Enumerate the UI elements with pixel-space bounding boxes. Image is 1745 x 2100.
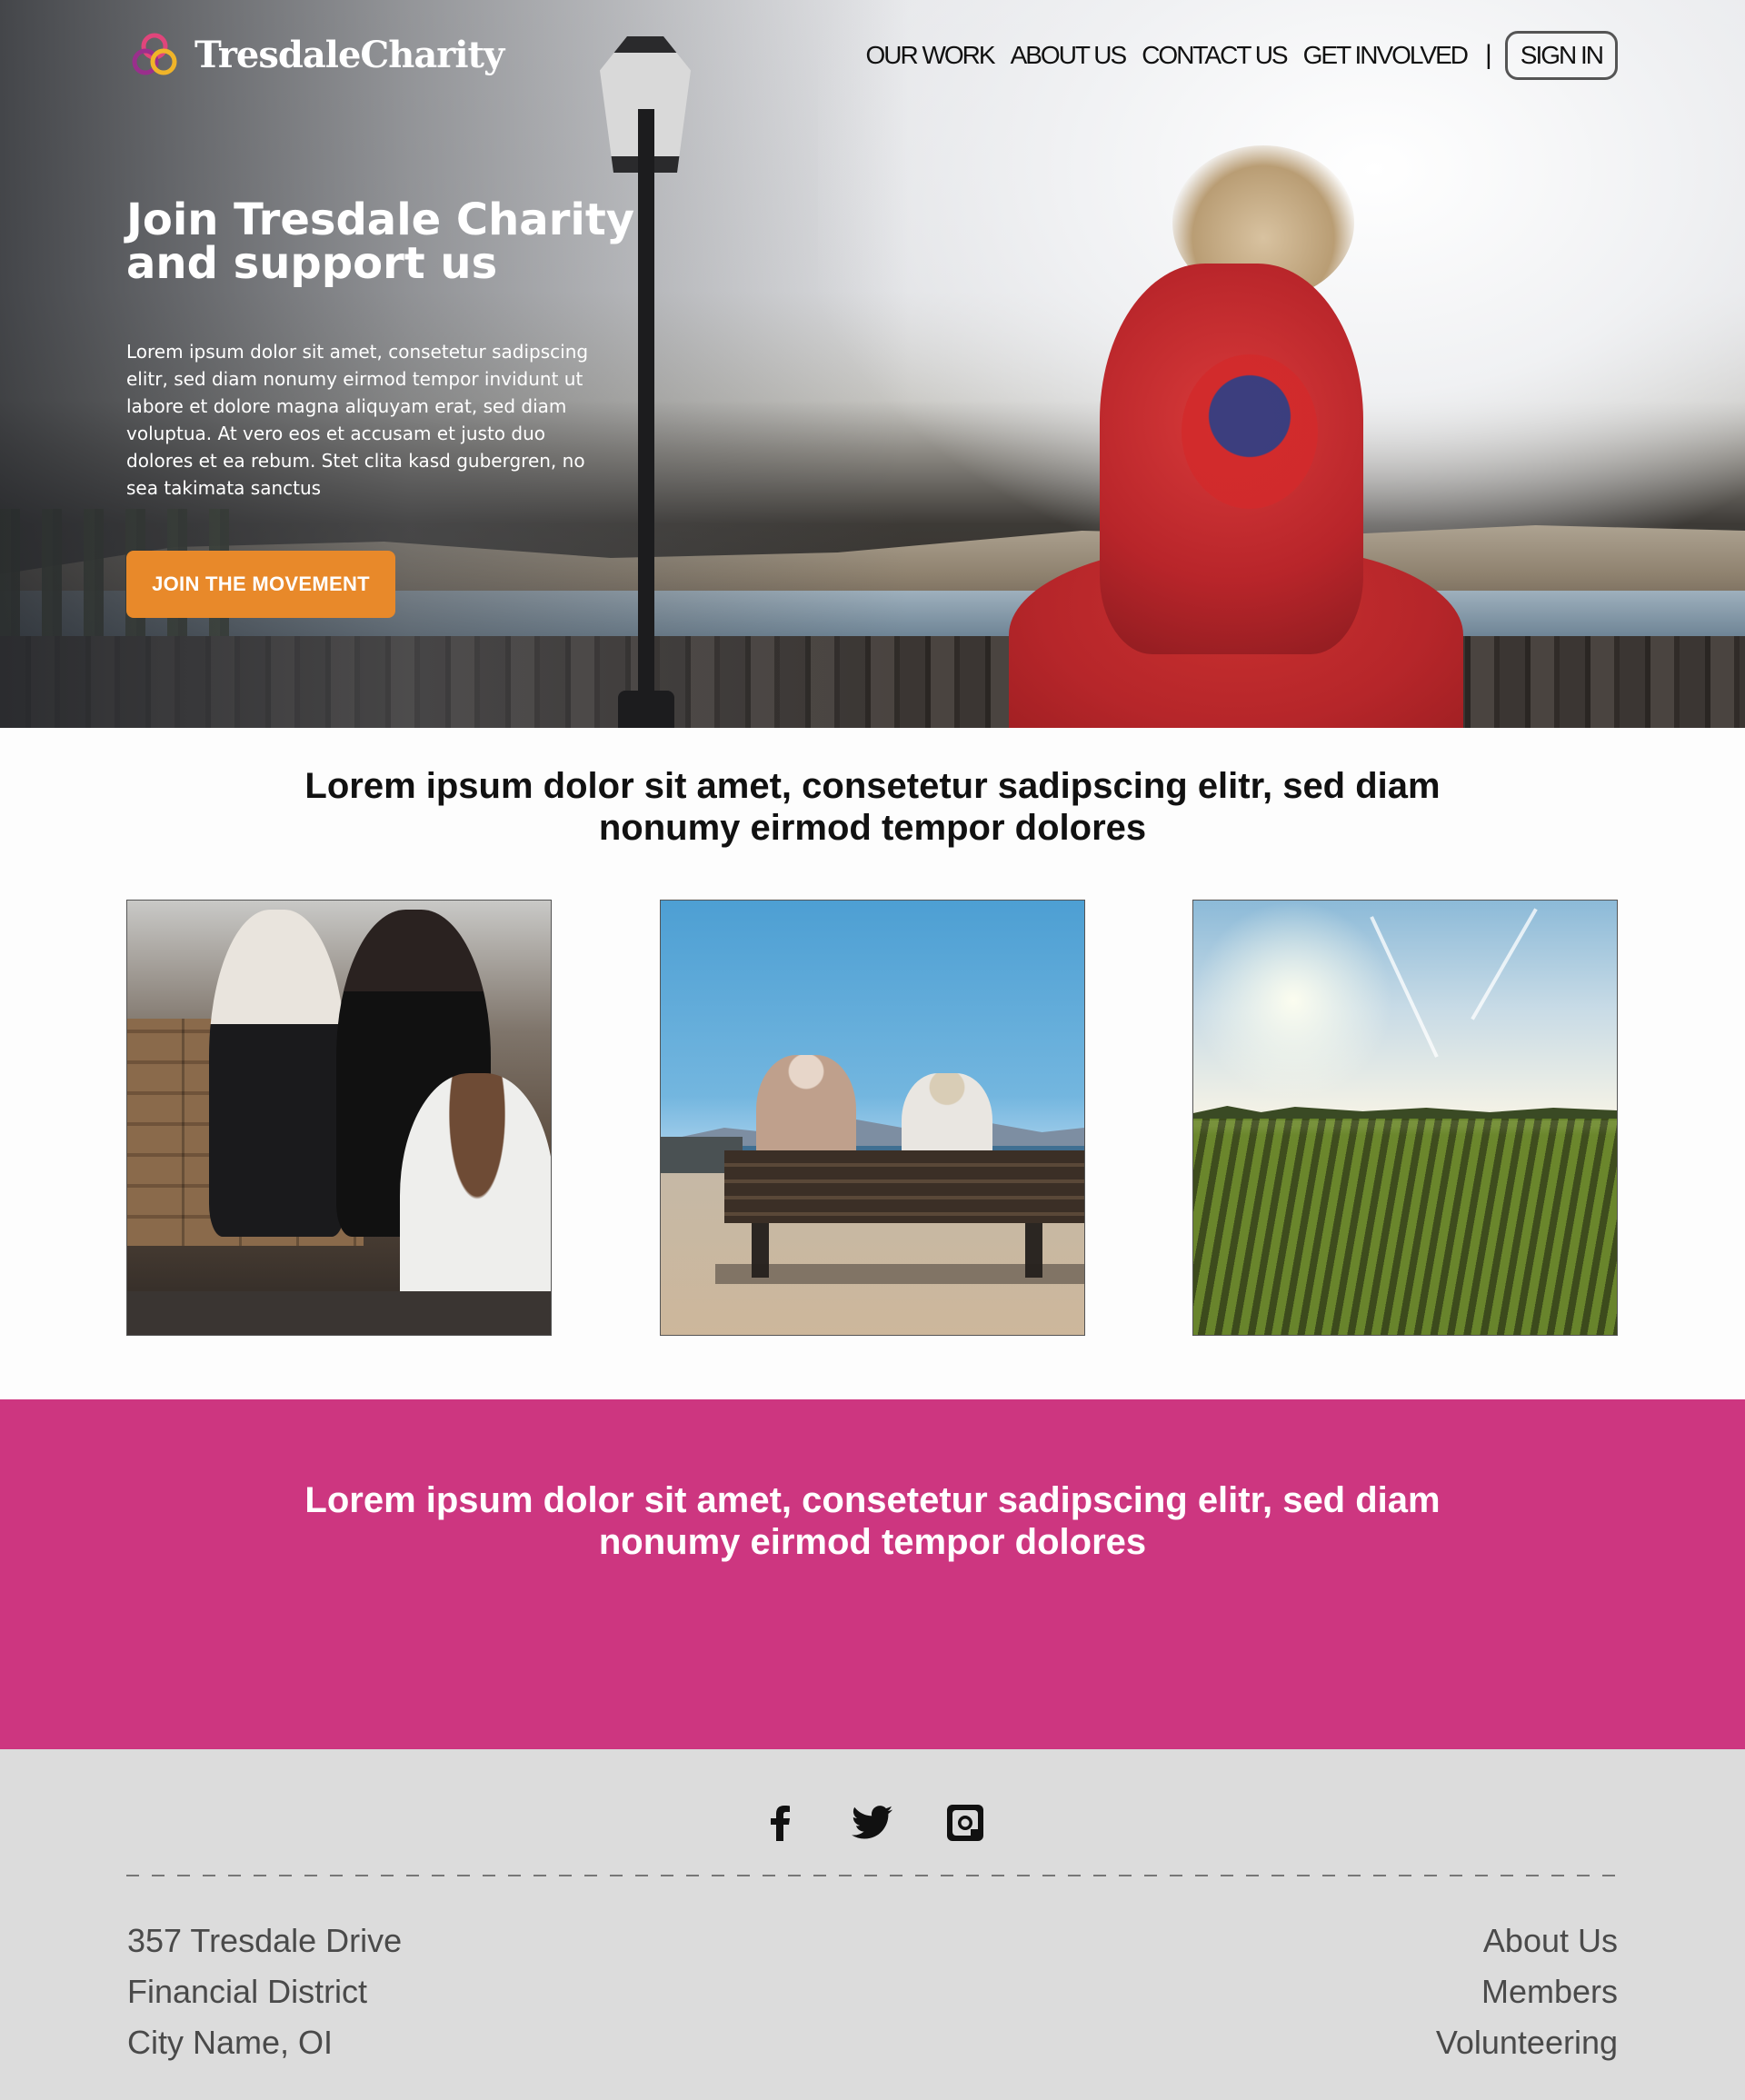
sign-in-button[interactable]: SIGN IN xyxy=(1504,31,1618,80)
facebook-icon[interactable] xyxy=(758,1801,802,1845)
footer-link-about-us[interactable]: About Us xyxy=(1436,1916,1618,1966)
nav-get-involved[interactable]: GET INVOLVED xyxy=(1303,41,1469,70)
nav-separator: | xyxy=(1484,40,1492,70)
photo-card-volunteers xyxy=(126,900,552,1336)
hero-title: Join Tresdale Charity and support us xyxy=(126,194,635,289)
instagram-icon[interactable] xyxy=(943,1801,987,1845)
footer-link-members[interactable]: Members xyxy=(1436,1966,1618,2017)
footer-link-volunteering[interactable]: Volunteering xyxy=(1436,2017,1618,2068)
elderly-couple-photo xyxy=(661,901,1084,1335)
address-line: 357 Tresdale Drive xyxy=(127,1922,403,1959)
main-nav: OUR WORK ABOUT US CONTACT US GET INVOLVE… xyxy=(849,31,1618,80)
nav-contact-us[interactable]: CONTACT US xyxy=(1142,41,1288,70)
footer-address: 357 Tresdale Drive Financial District Ci… xyxy=(127,1916,402,2068)
twitter-icon[interactable] xyxy=(851,1801,894,1845)
footer-links: About Us Members Volunteering xyxy=(1436,1916,1618,2068)
nav-our-work[interactable]: OUR WORK xyxy=(865,41,995,70)
logo-mark-icon xyxy=(127,27,182,82)
social-links xyxy=(0,1801,1745,1845)
address-line: City Name, OI xyxy=(127,2024,334,2061)
nav-about-us[interactable]: ABOUT US xyxy=(1011,41,1128,70)
section-heading: Lorem ipsum dolor sit amet, consetetur s… xyxy=(304,766,1441,848)
photo-card-field xyxy=(1192,900,1618,1336)
hero-description: Lorem ipsum dolor sit amet, consetetur s… xyxy=(126,341,589,499)
band-heading: Lorem ipsum dolor sit amet, consetetur s… xyxy=(304,1480,1441,1562)
brand-name: TresdaleCharity xyxy=(194,33,504,76)
farm-field-photo xyxy=(1193,901,1617,1335)
join-movement-button[interactable]: JOIN THE MOVEMENT xyxy=(126,551,395,618)
volunteers-photo xyxy=(127,901,551,1335)
highlight-band xyxy=(0,1399,1745,1749)
photo-card-elderly-couple xyxy=(660,900,1085,1336)
address-line: Financial District xyxy=(127,1973,368,2010)
brand-logo[interactable]: TresdaleCharity xyxy=(127,27,504,82)
footer-divider xyxy=(126,1875,1618,1876)
